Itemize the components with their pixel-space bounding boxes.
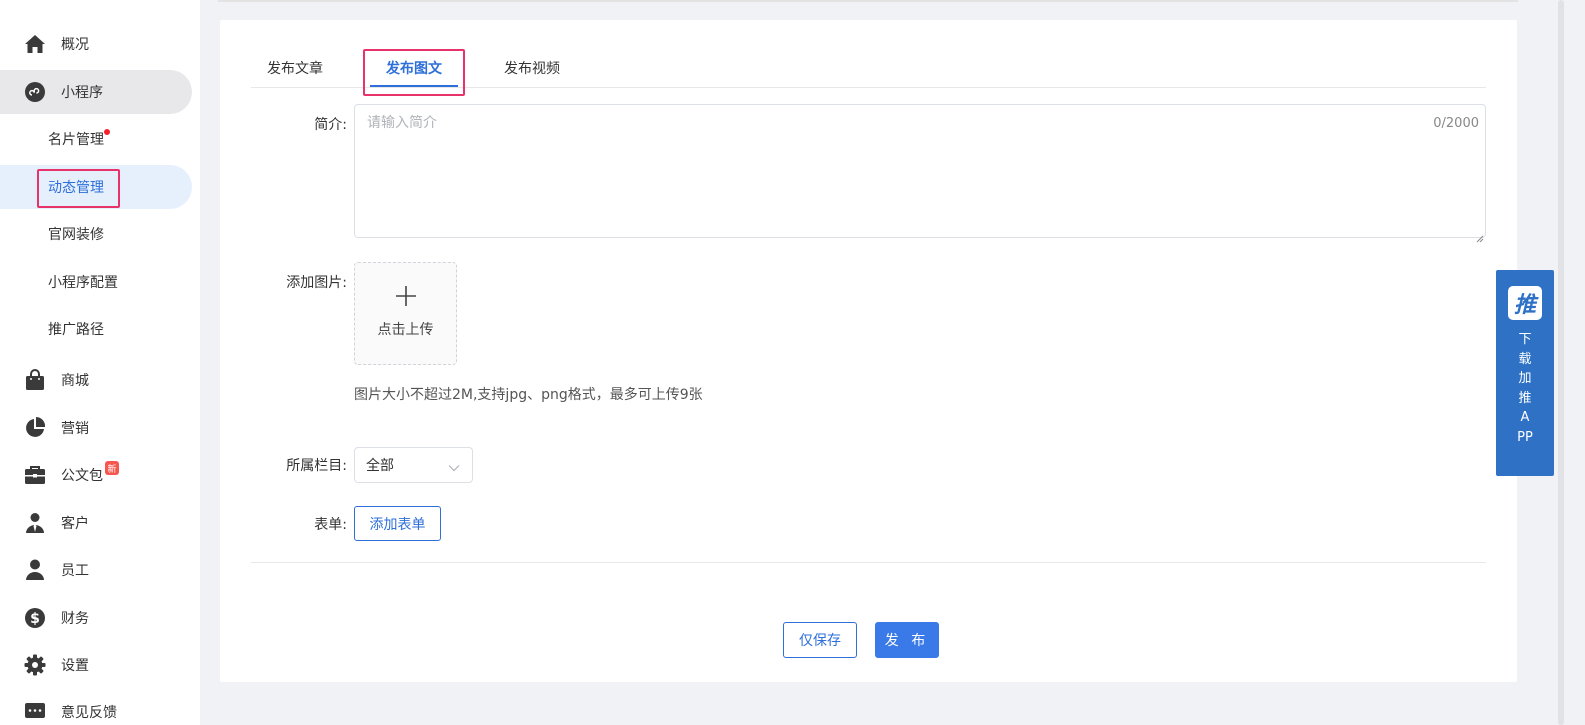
sidebar-item-label: 公文包 <box>61 468 103 484</box>
notification-dot <box>104 129 110 135</box>
save-only-button[interactable]: 仅保存 <box>783 622 857 658</box>
sidebar-item-label: 客户 <box>61 516 89 532</box>
sidebar-item-label: 员工 <box>61 563 89 579</box>
sidebar-subitem-label: 推广路径 <box>48 322 104 338</box>
chevron-down-icon <box>448 460 460 476</box>
publish-button[interactable]: 发 布 <box>875 622 939 658</box>
sidebar-subitem-promotion-path[interactable]: 推广路径 <box>0 307 192 351</box>
home-icon <box>24 33 46 55</box>
column-label: 所属栏目: <box>286 458 347 474</box>
image-upload-button[interactable]: 点击上传 <box>354 262 457 365</box>
download-app-text: 下载加推APP <box>1517 332 1533 445</box>
sidebar-subitem-label: 名片管理 <box>48 132 104 148</box>
top-divider <box>218 0 1518 2</box>
sidebar-item-miniprogram[interactable]: 小程序 <box>0 70 192 114</box>
sidebar-subitem-website-decoration[interactable]: 官网装修 <box>0 212 192 256</box>
sidebar-subitem-label: 小程序配置 <box>48 275 118 291</box>
form-divider <box>251 562 1486 563</box>
intro-placeholder: 请输入简介 <box>367 115 437 131</box>
resize-handle-icon[interactable] <box>1476 228 1484 243</box>
upload-hint: 图片大小不超过2M,支持jpg、png格式，最多可上传9张 <box>354 387 703 403</box>
highlight-box-dynamic-management <box>37 169 120 208</box>
svg-text:$: $ <box>30 611 40 627</box>
sidebar-item-briefcase[interactable]: 公文包 新 <box>0 453 192 497</box>
dollar-icon: $ <box>24 607 46 629</box>
app-root: 概况 小程序 名片管理 动态管理 官网装修 小程序配置 推广路径 商城 营销 公… <box>0 0 1585 725</box>
sidebar-item-settings[interactable]: 设置 <box>0 643 192 687</box>
sidebar: 概况 小程序 名片管理 动态管理 官网装修 小程序配置 推广路径 商城 营销 公… <box>0 0 200 725</box>
sidebar-item-customer[interactable]: 客户 <box>0 501 192 545</box>
page-scrollbar[interactable] <box>1558 0 1564 725</box>
shopping-bag-icon <box>24 369 46 391</box>
sidebar-item-label: 商城 <box>61 373 89 389</box>
briefcase-icon <box>24 464 46 486</box>
upload-label: 点击上传 <box>377 322 434 338</box>
customer-icon <box>24 512 46 534</box>
sidebar-item-staff[interactable]: 员工 <box>0 548 192 592</box>
tab-publish-article[interactable]: 发布文章 <box>267 50 323 88</box>
message-icon <box>24 701 46 723</box>
sidebar-subitem-label: 官网装修 <box>48 227 104 243</box>
miniprogram-icon <box>24 81 46 103</box>
sidebar-item-label: 财务 <box>61 611 89 627</box>
images-label: 添加图片: <box>286 275 347 291</box>
sidebar-item-label: 设置 <box>61 658 89 674</box>
sidebar-subitem-card-management[interactable]: 名片管理 <box>0 117 192 161</box>
tab-label: 发布视频 <box>504 61 560 77</box>
new-badge: 新 <box>105 461 119 475</box>
plus-icon <box>395 285 417 311</box>
column-select[interactable]: 全部 <box>354 447 473 483</box>
user-icon <box>24 559 46 581</box>
column-select-value: 全部 <box>366 458 394 474</box>
sidebar-item-mall[interactable]: 商城 <box>0 358 192 402</box>
tab-publish-video[interactable]: 发布视频 <box>504 50 560 88</box>
sidebar-item-feedback[interactable]: 意见反馈 <box>0 690 192 725</box>
sidebar-item-marketing[interactable]: 营销 <box>0 406 192 450</box>
tab-label: 发布文章 <box>267 61 323 77</box>
highlight-box-image-text-tab <box>363 49 465 96</box>
intro-label: 简介: <box>314 117 347 133</box>
sidebar-item-label: 意见反馈 <box>61 705 117 721</box>
form-label: 表单: <box>314 517 347 533</box>
download-app-widget[interactable]: 推 下载加推APP <box>1496 270 1554 476</box>
intro-char-counter: 0/2000 <box>1433 116 1479 131</box>
sidebar-item-label: 小程序 <box>61 85 103 101</box>
sidebar-item-overview[interactable]: 概况 <box>0 22 192 66</box>
sidebar-item-label: 概况 <box>61 37 89 53</box>
sidebar-item-label: 营销 <box>61 421 89 437</box>
tui-logo-icon: 推 <box>1508 286 1542 320</box>
sidebar-subitem-miniprogram-config[interactable]: 小程序配置 <box>0 260 192 304</box>
publish-card: 发布文章 发布图文 发布视频 简介: 请输入简介 0/2000 添加图片: 点击… <box>220 20 1517 682</box>
sidebar-item-finance[interactable]: $ 财务 <box>0 596 192 640</box>
gear-icon <box>24 654 46 676</box>
intro-textarea[interactable]: 请输入简介 0/2000 <box>354 104 1486 243</box>
pie-chart-icon <box>24 417 46 439</box>
add-form-button[interactable]: 添加表单 <box>354 506 441 541</box>
